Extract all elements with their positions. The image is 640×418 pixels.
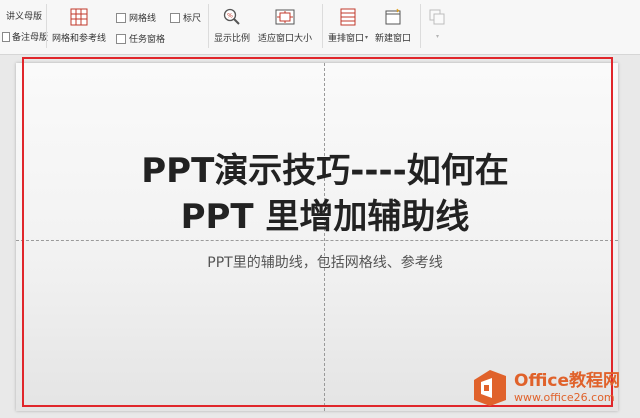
watermark: Office教程网 www.office26.com: [470, 368, 620, 408]
arrange-windows-icon: [337, 6, 359, 28]
notes-master-button[interactable]: 备注母版: [2, 30, 48, 43]
ribbon-separator: [208, 4, 209, 48]
switch-window-icon: [426, 6, 448, 28]
watermark-text: Office教程网 www.office26.com: [514, 371, 621, 404]
switch-window-button[interactable]: ▾: [426, 6, 448, 41]
grid-icon: [68, 6, 90, 28]
gridlines-label: 网格线: [129, 14, 157, 24]
fit-to-window-button[interactable]: 适应窗口大小: [258, 6, 312, 44]
svg-text:%: %: [227, 13, 233, 20]
task-pane-check-box: [116, 33, 126, 44]
new-window-button[interactable]: 新建窗口: [375, 6, 411, 44]
fit-window-icon: [274, 6, 296, 28]
switch-window-chevron: ▾: [435, 33, 439, 40]
ruler-label: 标尺: [183, 14, 202, 24]
ribbon-separator: [322, 4, 323, 48]
ribbon-separator: [46, 4, 47, 48]
fit-to-window-label: 适应窗口大小: [258, 34, 313, 44]
notes-master-icon: [2, 31, 10, 42]
watermark-url: www.office26.com: [514, 391, 615, 404]
notes-master-label: 备注母版: [12, 33, 49, 43]
arrange-windows-button[interactable]: 重排窗口 ▾: [328, 6, 368, 44]
zoom-icon: %: [221, 6, 243, 28]
zoom-button[interactable]: % 显示比例: [214, 6, 250, 44]
ruler-checkbox[interactable]: 标尺: [170, 11, 201, 24]
ribbon-separator: [420, 4, 421, 48]
office-logo-icon: [474, 370, 506, 406]
new-window-label: 新建窗口: [375, 34, 412, 44]
watermark-main: Office教程网: [514, 371, 621, 391]
task-pane-checkbox[interactable]: 任务窗格: [116, 32, 165, 45]
new-window-icon: [382, 6, 404, 28]
arrange-windows-label-row: 重排窗口 ▾: [328, 31, 368, 44]
task-pane-label: 任务窗格: [129, 35, 166, 45]
gridlines-check-box: [116, 12, 126, 23]
view-ribbon: 讲义母版 备注母版 网格和参考线 网格线 标尺 任务窗格 % 显示比例 适应窗口…: [0, 0, 640, 55]
highlight-frame: [22, 57, 613, 407]
grid-and-guides-button[interactable]: 网格和参考线: [52, 6, 106, 44]
ruler-check-box: [170, 12, 180, 23]
gridlines-checkbox[interactable]: 网格线: [116, 11, 156, 24]
zoom-label: 显示比例: [214, 34, 251, 44]
handout-master-button[interactable]: 讲义母版: [6, 9, 42, 22]
chevron-down-icon: ▾: [365, 34, 369, 41]
arrange-windows-label: 重排窗口: [328, 34, 365, 44]
grid-and-guides-label: 网格和参考线: [52, 34, 107, 44]
